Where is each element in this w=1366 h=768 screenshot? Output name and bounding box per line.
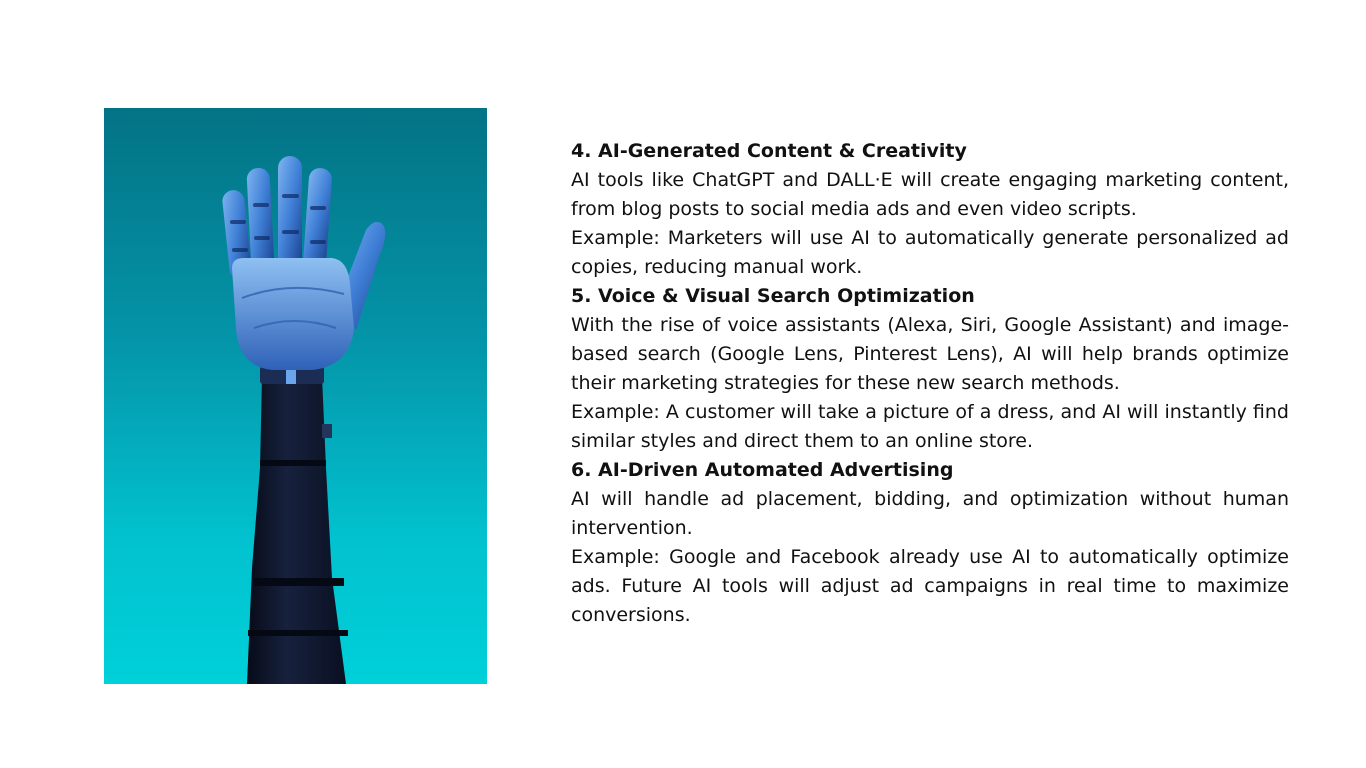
robot-hand-illustration	[222, 156, 386, 684]
section-heading: 4. AI-Generated Content & Creativity	[571, 140, 967, 162]
section-heading: 6. AI-Driven Automated Advertising	[571, 459, 954, 481]
section-paragraph: AI tools like ChatGPT and DALL·E will cr…	[571, 169, 1289, 220]
content-panel: 4. AI-Generated Content & Creativity AI …	[571, 137, 1289, 630]
section-heading: 5. Voice & Visual Search Optimization	[571, 285, 975, 307]
section-example: Example: Google and Facebook already use…	[571, 546, 1289, 626]
section-paragraph: AI will handle ad placement, bidding, an…	[571, 488, 1289, 539]
section-example: Example: A customer will take a picture …	[571, 401, 1289, 452]
robot-hand-photo	[104, 108, 487, 684]
section-paragraph: With the rise of voice assistants (Alexa…	[571, 314, 1289, 394]
section-example: Example: Marketers will use AI to automa…	[571, 227, 1289, 278]
